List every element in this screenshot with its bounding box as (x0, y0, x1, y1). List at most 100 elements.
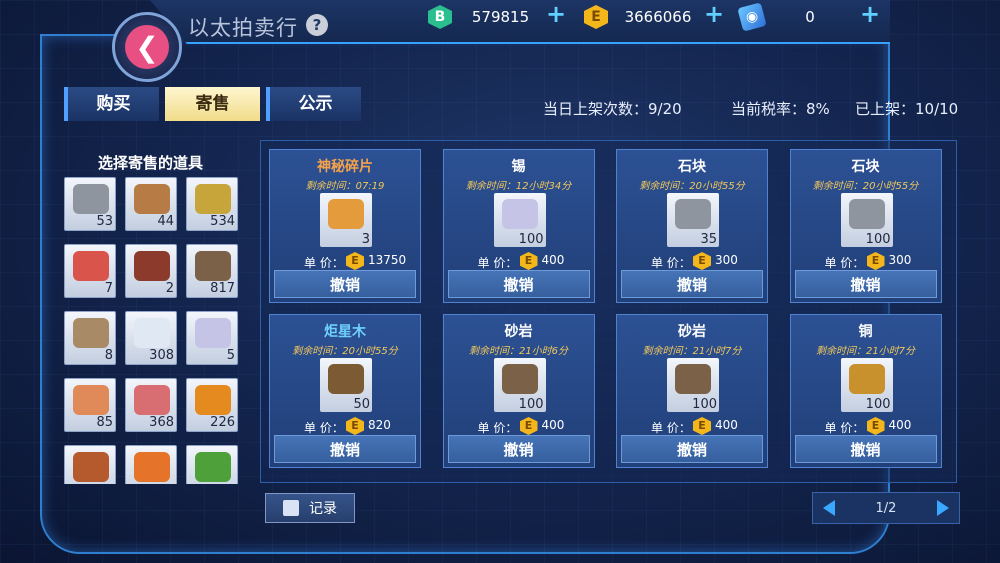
listing-price: 13750 (368, 253, 407, 267)
back-arrow-icon: ❮ (125, 25, 169, 69)
listing-name: 神秘碎片 (317, 159, 373, 175)
cancel-listing-button[interactable]: 撤销 (794, 435, 937, 463)
inventory-slot[interactable]: 5 (186, 311, 238, 365)
listing-price: 300 (888, 253, 912, 267)
listing-card: 炬星木 剩余时间：20小时55分 50 单 价： E 820 撤销 (269, 314, 421, 468)
help-icon[interactable]: ? (306, 14, 328, 36)
copper-icon (848, 364, 885, 394)
star-wood-icon (328, 364, 364, 394)
next-page-icon[interactable] (936, 500, 949, 516)
e-coin-icon: E (866, 417, 885, 435)
inventory-slot[interactable]: 368 (125, 378, 177, 432)
price-label: 单 价： (477, 421, 518, 435)
hide-icon (73, 318, 109, 348)
inventory-slot[interactable]: 534 (186, 177, 238, 231)
cancel-listing-button[interactable]: 撤销 (274, 270, 416, 298)
price-label: 单 价： (824, 256, 865, 270)
inventory-slot[interactable] (186, 445, 238, 484)
inventory-slot[interactable]: 7 (64, 244, 116, 298)
inventory-slot[interactable] (125, 445, 177, 484)
cancel-listing-button[interactable]: 撤销 (621, 435, 763, 463)
inventory-slot[interactable]: 2 (125, 244, 177, 298)
price-label: 单 价： (477, 256, 518, 270)
add-b-button[interactable]: + (546, 0, 566, 28)
tab-public[interactable]: 公示 (266, 87, 361, 121)
listing-count: 100 (865, 232, 891, 247)
listing-item-slot: 3 (320, 193, 372, 247)
currency-e-value: 3666066 (624, 8, 692, 26)
tab-buy[interactable]: 购买 (64, 87, 159, 121)
listing-remaining-time: 剩余时间：20小时55分 (639, 181, 745, 192)
price-label: 单 价： (651, 256, 691, 270)
ticket-icon: ◉ (737, 2, 767, 32)
listing-remaining-time: 剩余时间：21小时7分 (642, 346, 742, 357)
inventory-slot[interactable]: 226 (186, 378, 238, 432)
e-coin-icon: E (346, 417, 364, 435)
listing-card: 石块剩余时间：20小时55分 100 单 价： E 300 撤销 (789, 149, 942, 303)
stone-icon (848, 199, 885, 229)
tax-rate-stat: 当前税率：8% (731, 100, 830, 118)
listing-price: 400 (541, 418, 565, 432)
listing-remaining-time: 剩余时间：07:19 (305, 181, 385, 192)
listing-card: 砂岩 剩余时间：21小时7分 100 单 价： E 400 撤销 (616, 314, 768, 468)
item-count: 308 (149, 348, 174, 363)
tab-consign[interactable]: 寄售 (165, 87, 260, 121)
cancel-listing-button[interactable]: 撤销 (794, 270, 937, 298)
listing-count: 50 (353, 397, 370, 412)
listing-count: 35 (700, 232, 717, 247)
pager: 1/2 (812, 492, 960, 524)
item-count: 226 (210, 415, 235, 430)
inventory-slot[interactable]: 85 (64, 378, 116, 432)
crystal-icon (195, 318, 231, 348)
listings-panel: 神秘碎片 剩余时间：07:19 3 单 价： E 13750 撤销锡剩余时间：12小时34分… (260, 140, 957, 483)
currency-ticket: ◉ 0 + (737, 0, 885, 32)
inventory-slot[interactable] (64, 445, 116, 484)
item-count: 53 (96, 214, 113, 229)
listing-price: 820 (368, 418, 391, 432)
item-count: 85 (96, 415, 113, 430)
cancel-listing-button[interactable]: 撤销 (274, 435, 416, 463)
currency-ticket-value: 0 (805, 8, 815, 26)
currency-b-value: 579815 (471, 8, 530, 26)
e-coin-icon: E (519, 252, 538, 270)
listing-card: 砂岩 剩余时间：21小时6分 100 单 价： E 400 撤销 (442, 314, 595, 468)
inventory-slot[interactable]: 8 (64, 311, 116, 365)
back-button[interactable]: ❮ (112, 12, 182, 82)
sandstone-icon (501, 364, 538, 394)
inventory-slot[interactable]: 44 (125, 177, 177, 231)
stone-icon (73, 184, 109, 214)
b-coin-icon: B (428, 5, 452, 29)
inventory-title: 选择寄售的道具 (98, 154, 204, 172)
listing-card: 神秘碎片 剩余时间：07:19 3 单 价： E 13750 撤销 (269, 149, 421, 303)
listing-card: 锡剩余时间：12小时34分 100 单 价： E 400 撤销 (442, 149, 595, 303)
item-count: 44 (157, 214, 174, 229)
listing-count: 3 (361, 232, 370, 247)
listing-name: 砂岩 (678, 324, 706, 340)
record-button[interactable]: 记录 (265, 493, 355, 523)
e-coin-icon: E (866, 252, 885, 270)
listing-name: 锡 (511, 159, 526, 175)
inventory-slot[interactable]: 53 (64, 177, 116, 231)
listing-price: 400 (541, 253, 565, 267)
inventory-grid: 53 44 534 7 2 817 8 308 5 85 368 226 (64, 177, 240, 484)
listing-card: 石块 剩余时间：20小时55分 35 单 价： E 300 撤销 (616, 149, 768, 303)
inventory-slot[interactable]: 817 (186, 244, 238, 298)
listing-name: 炬星木 (324, 324, 366, 340)
cancel-listing-button[interactable]: 撤销 (447, 435, 590, 463)
add-ticket-button[interactable]: + (860, 0, 880, 28)
price-label: 单 价： (304, 256, 344, 270)
add-e-button[interactable]: + (704, 0, 724, 28)
antler-icon (134, 251, 170, 281)
prev-page-icon[interactable] (823, 500, 835, 516)
stone-icon (675, 199, 711, 229)
cancel-listing-button[interactable]: 撤销 (621, 270, 763, 298)
listing-name: 石块 (851, 159, 880, 175)
inventory-slot[interactable]: 308 (125, 311, 177, 365)
listing-remaining-time: 剩余时间：20小时55分 (812, 181, 919, 192)
price-label: 单 价： (651, 421, 691, 435)
item-count: 534 (210, 214, 235, 229)
listing-item-slot: 100 (840, 193, 893, 247)
record-icon (283, 500, 299, 516)
cancel-listing-button[interactable]: 撤销 (447, 270, 590, 298)
listing-remaining-time: 剩余时间：20小时55分 (292, 346, 398, 357)
